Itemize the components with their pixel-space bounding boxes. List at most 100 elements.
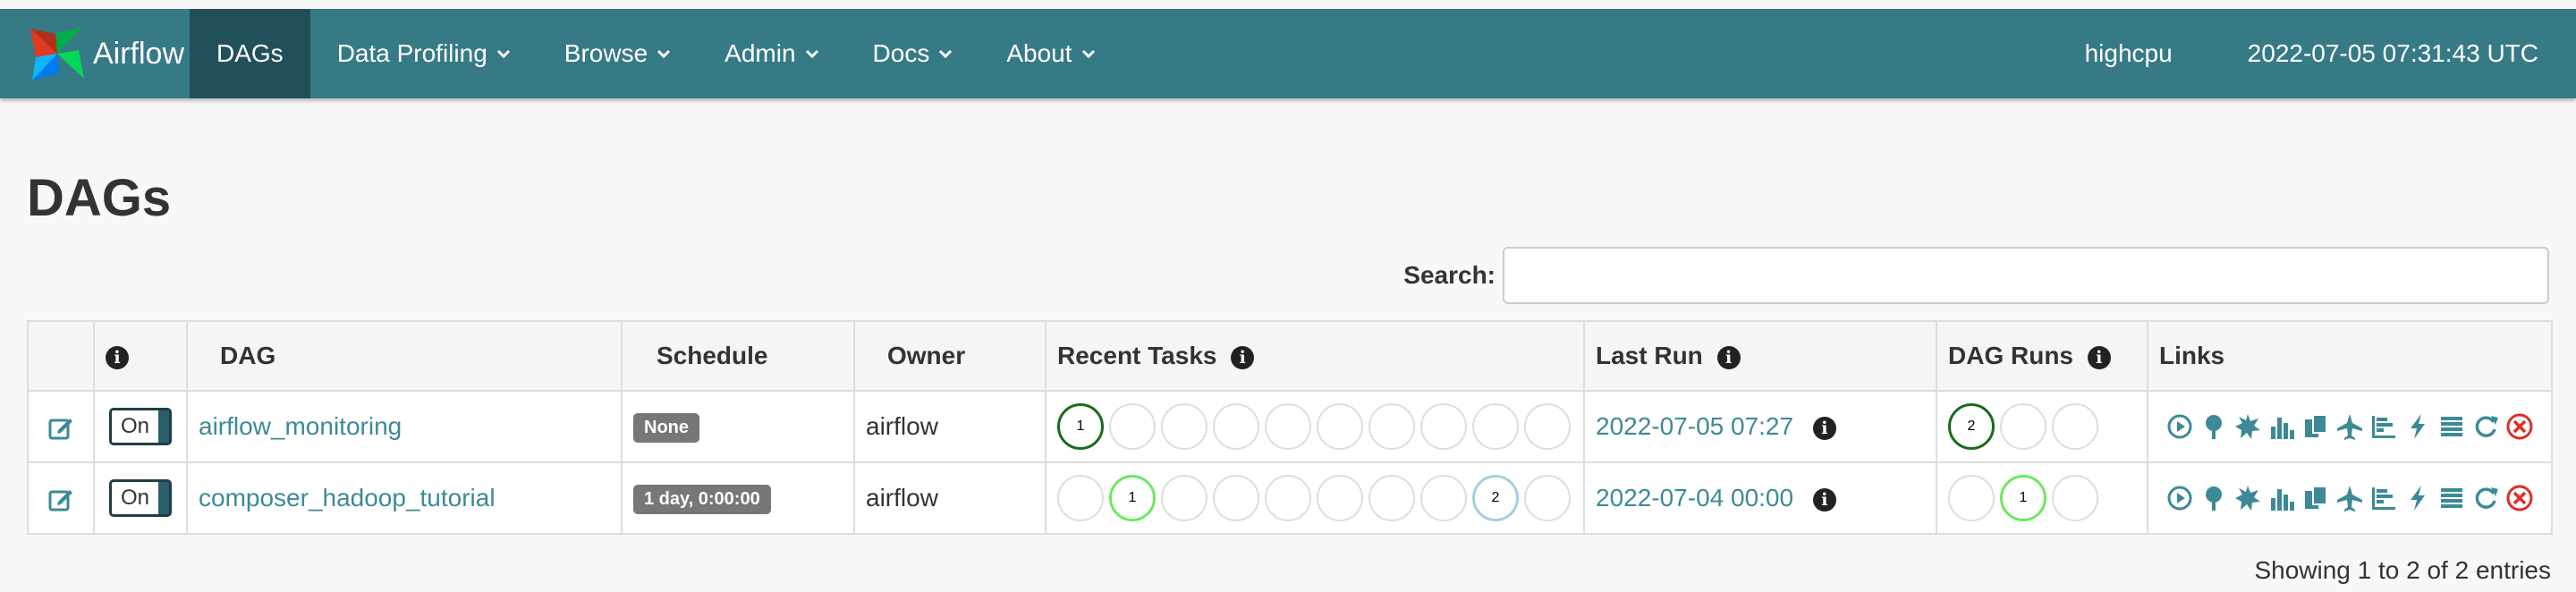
task-state-circle[interactable] [1524, 403, 1571, 450]
nav-about[interactable]: About [979, 9, 1122, 98]
task-state-circle[interactable] [1524, 475, 1571, 521]
header-owner-label: Owner [887, 342, 966, 369]
task-state-circle[interactable] [1317, 475, 1363, 521]
graph-view-icon[interactable] [2233, 484, 2262, 512]
nav-browse[interactable]: Browse [538, 9, 698, 98]
dag-link[interactable]: airflow_monitoring [199, 412, 402, 440]
last-run-link[interactable]: 2022-07-04 00:00 [1596, 484, 1793, 512]
header-schedule[interactable]: Schedule [621, 320, 855, 392]
delete-icon[interactable] [2505, 412, 2534, 441]
task-state-circle[interactable] [1420, 475, 1467, 521]
task-state-circle[interactable]: 1 [1057, 403, 1104, 450]
logs-icon[interactable] [2437, 412, 2466, 441]
header-dag-label: DAG [220, 342, 276, 369]
task-state-circle[interactable] [1057, 475, 1104, 521]
landing-times-icon[interactable] [2335, 484, 2364, 512]
task-duration-icon[interactable] [2267, 484, 2296, 512]
trigger-dag-icon[interactable] [2165, 412, 2194, 441]
brand-logo-link[interactable]: Airflow [0, 9, 190, 98]
task-state-circle[interactable] [1213, 475, 1259, 521]
nav-docs[interactable]: Docs [846, 9, 980, 98]
graph-view-icon[interactable] [2233, 412, 2262, 441]
header-last-run-label: Last Run [1596, 342, 1703, 369]
brand-name: Airflow [93, 36, 185, 71]
table-header-row: i DAG Schedule Owner Recent Tasks i Last… [27, 320, 2553, 392]
tree-view-icon[interactable] [2199, 484, 2228, 512]
task-state-circle[interactable] [1472, 403, 1519, 450]
run-state-circle[interactable]: 2 [1948, 403, 1995, 450]
code-icon[interactable] [2403, 484, 2432, 512]
trigger-dag-icon[interactable] [2165, 484, 2194, 512]
last-run-cell: 2022-07-05 07:27 i [1583, 390, 1937, 463]
task-state-circle[interactable]: 1 [1109, 475, 1156, 521]
task-duration-icon[interactable] [2267, 412, 2296, 441]
header-dag-runs: DAG Runs i [1936, 320, 2148, 392]
refresh-icon[interactable] [2471, 484, 2500, 512]
logs-icon[interactable] [2437, 484, 2466, 512]
schedule-cell: 1 day, 0:00:00 [621, 461, 855, 535]
gantt-icon[interactable] [2369, 412, 2398, 441]
nav-data-profiling[interactable]: Data Profiling [310, 9, 538, 98]
task-state-circle[interactable] [1109, 403, 1156, 450]
task-state-circle[interactable] [1213, 403, 1259, 450]
table-info-footer: Showing 1 to 2 of 2 entries [2254, 556, 2551, 584]
info-icon[interactable]: i [1812, 487, 1836, 512]
header-dag-runs-label: DAG Runs [1948, 342, 2073, 369]
run-state-circle[interactable] [2052, 403, 2098, 450]
nav-dags[interactable]: DAGs [190, 9, 310, 98]
gantt-icon[interactable] [2369, 484, 2398, 512]
dag-links [2159, 484, 2540, 512]
task-state-circle[interactable] [1420, 403, 1467, 450]
navbar: Airflow DAGs Data Profiling Browse Admin… [0, 9, 2576, 98]
header-owner[interactable]: Owner [853, 320, 1046, 392]
run-state-circle[interactable] [2000, 403, 2046, 450]
delete-icon[interactable] [2505, 484, 2534, 512]
edit-dag-icon[interactable] [47, 412, 74, 440]
info-icon[interactable]: i [1812, 416, 1836, 440]
info-icon[interactable]: i [1716, 345, 1741, 369]
dag-pause-toggle[interactable]: On [109, 479, 172, 517]
task-state-circle[interactable] [1368, 403, 1415, 450]
edit-dag-icon[interactable] [47, 484, 74, 512]
table-row: On airflow_monitoring None airflow 1 202… [27, 390, 2553, 463]
last-run-link[interactable]: 2022-07-05 07:27 [1596, 412, 1793, 440]
run-state-circle[interactable] [2052, 475, 2098, 521]
chevron-down-icon [939, 49, 953, 59]
run-state-circle[interactable] [1948, 475, 1995, 521]
header-recent-tasks: Recent Tasks i [1045, 320, 1585, 392]
owner-cell: airflow [853, 461, 1046, 535]
info-icon[interactable]: i [1231, 345, 1255, 369]
run-state-circle[interactable]: 1 [2000, 475, 2046, 521]
task-state-circle[interactable] [1161, 475, 1208, 521]
dag-cell: composer_hadoop_tutorial [186, 461, 623, 535]
task-state-circle[interactable] [1265, 403, 1311, 450]
refresh-icon[interactable] [2471, 412, 2500, 441]
header-recent-tasks-label: Recent Tasks [1057, 342, 1217, 369]
task-state-circle[interactable] [1161, 403, 1208, 450]
header-links: Links [2147, 320, 2553, 392]
dag-pause-toggle[interactable]: On [109, 408, 172, 445]
search-input[interactable] [1503, 247, 2549, 304]
toggle-label: On [112, 410, 158, 443]
code-icon[interactable] [2403, 412, 2432, 441]
owner-cell: airflow [853, 390, 1046, 463]
header-dag[interactable]: DAG [186, 320, 623, 392]
task-state-circle[interactable] [1368, 475, 1415, 521]
task-state-circle[interactable] [1317, 403, 1363, 450]
toggle-label: On [112, 482, 158, 514]
nav-about-label: About [1006, 39, 1072, 67]
nav-admin[interactable]: Admin [698, 9, 845, 98]
dag-links [2159, 412, 2540, 441]
recent-tasks-cell: 1 [1045, 390, 1585, 463]
tree-view-icon[interactable] [2199, 412, 2228, 441]
task-tries-icon[interactable] [2301, 412, 2330, 441]
dag-link[interactable]: composer_hadoop_tutorial [199, 484, 496, 512]
task-state-circle[interactable]: 2 [1472, 475, 1519, 521]
header-schedule-label: Schedule [657, 342, 768, 369]
landing-times-icon[interactable] [2335, 412, 2364, 441]
header-info[interactable]: i [93, 320, 188, 392]
info-icon[interactable]: i [2087, 345, 2111, 369]
task-state-circle[interactable] [1265, 475, 1311, 521]
utc-clock[interactable]: 2022-07-05 07:31:43 UTC [2210, 9, 2576, 98]
task-tries-icon[interactable] [2301, 484, 2330, 512]
